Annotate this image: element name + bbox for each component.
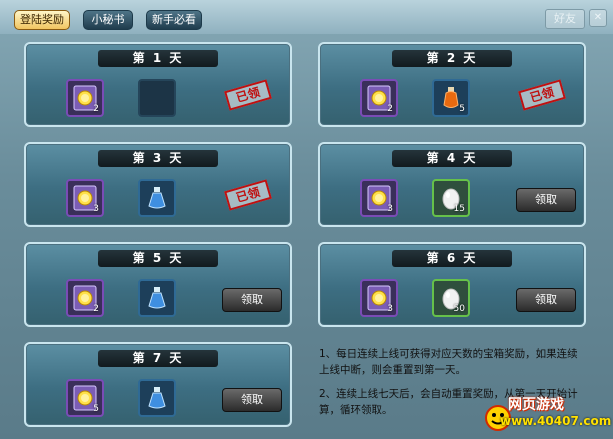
reward-slot[interactable]: 2 [66,279,104,317]
claim-button[interactable]: 领取 [222,388,282,412]
item-count: 3 [387,204,393,214]
tab-login-reward[interactable]: 登陆奖励 [14,10,70,30]
day-title: 第 3 天 [98,150,218,167]
day-card: 第 4 天 3 15 领取 [318,142,586,227]
reward-slot[interactable]: 3 [360,179,398,217]
friends-tab[interactable]: 好友 [545,9,585,29]
day-card: 第 3 天 3 已领 [24,142,292,227]
item-count: 3 [387,304,393,314]
item-count: 5 [93,404,99,414]
reward-slot[interactable] [138,79,176,117]
item-count: 50 [453,304,465,314]
day-title: 第 7 天 [98,350,218,367]
watermark-url: www.40407.com [500,414,612,428]
close-icon[interactable]: ✕ [589,9,607,27]
claimed-stamp: 已领 [224,179,272,211]
claimed-stamp: 已领 [224,79,272,111]
reward-slot[interactable]: 15 [432,179,470,217]
day-card: 第 6 天 3 50 领取 [318,242,586,327]
day-title: 第 5 天 [98,250,218,267]
tab-newbie-guide[interactable]: 新手必看 [146,10,202,30]
watermark-title: 网页游戏 [508,397,564,413]
reward-slot[interactable] [138,179,176,217]
item-count: 2 [93,104,99,114]
item-count: 15 [453,204,465,214]
reward-slot[interactable]: 3 [66,179,104,217]
day-title: 第 2 天 [392,50,512,67]
day-title: 第 4 天 [392,150,512,167]
reward-slot[interactable]: 3 [360,279,398,317]
claimed-stamp: 已领 [518,79,566,111]
day-card: 第 2 天 2 5 已领 [318,42,586,127]
day-title: 第 6 天 [392,250,512,267]
claim-button[interactable]: 领取 [516,188,576,212]
item-count: 5 [459,104,465,114]
claim-button[interactable]: 领取 [516,288,576,312]
reward-slot[interactable]: 5 [432,79,470,117]
item-count: 3 [93,204,99,214]
reward-slot[interactable] [138,379,176,417]
tab-secretary[interactable]: 小秘书 [83,10,133,30]
site-watermark: 网页游戏 www.40407.com [484,390,613,439]
day-card: 第 7 天 5 领取 [24,342,292,427]
reward-slot[interactable]: 50 [432,279,470,317]
claim-button[interactable]: 领取 [222,288,282,312]
day-card: 第 5 天 2 领取 [24,242,292,327]
rule-note-1: 1、每日连续上线可获得对应天数的宝箱奖励，如果连续上线中断，则会重置到第一天。 [319,348,578,376]
login-reward-window: 登陆奖励 小秘书 新手必看 好友 ✕ 第 1 天 2 已领第 2 天 2 5 已领第 3 … [0,0,613,439]
reward-slot[interactable]: 2 [360,79,398,117]
day-card: 第 1 天 2 已领 [24,42,292,127]
item-count: 2 [387,104,393,114]
day-title: 第 1 天 [98,50,218,67]
tab-bar: 登陆奖励 小秘书 新手必看 好友 ✕ [0,0,613,34]
reward-slot[interactable] [138,279,176,317]
reward-slot[interactable]: 2 [66,79,104,117]
reward-slot[interactable]: 5 [66,379,104,417]
item-count: 2 [93,304,99,314]
